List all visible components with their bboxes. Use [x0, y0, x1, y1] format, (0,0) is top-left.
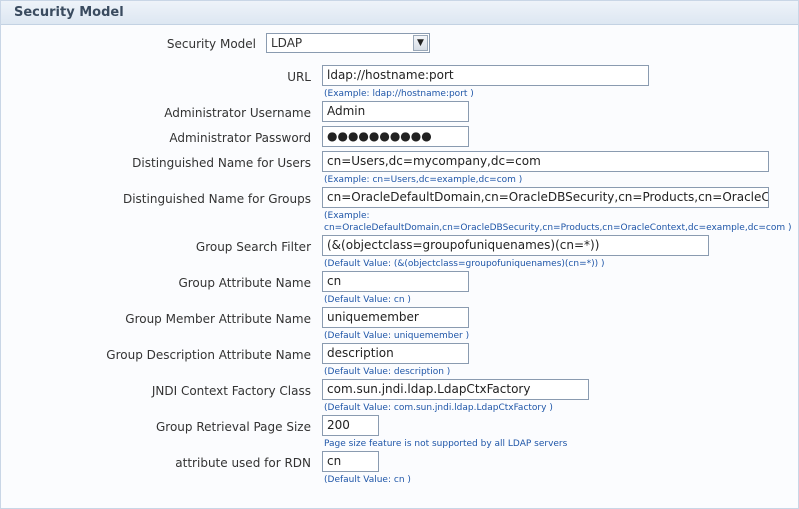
- chevron-down-icon[interactable]: ▼: [413, 35, 428, 51]
- group-member-attribute-name-input[interactable]: uniquemember: [322, 307, 469, 328]
- section-header: Security Model: [1, 1, 798, 25]
- jndi-context-factory-class-input[interactable]: com.sun.jndi.ldap.LdapCtxFactory: [322, 379, 589, 400]
- url-label: URL: [287, 70, 311, 84]
- url-hint: (Example: ldap://hostname:port ): [324, 89, 474, 99]
- group-search-filter-label: Group Search Filter: [195, 240, 311, 254]
- group-retrieval-page-size-input[interactable]: 200: [322, 415, 379, 436]
- attribute-rdn-label: attribute used for RDN: [175, 456, 311, 470]
- group-attribute-name-hint: (Default Value: cn ): [324, 295, 411, 305]
- url-input[interactable]: ldap://hostname:port: [322, 65, 649, 86]
- section-title: Security Model: [14, 5, 124, 20]
- group-description-attribute-name-label: Group Description Attribute Name: [106, 348, 311, 362]
- admin-password-label: Administrator Password: [169, 131, 311, 145]
- group-search-filter-input[interactable]: (&(objectclass=groupofuniquenames)(cn=*)…: [322, 235, 709, 256]
- group-search-filter-hint: (Default Value: (&(objectclass=groupofun…: [324, 259, 605, 269]
- dn-users-hint: (Example: cn=Users,dc=example,dc=com ): [324, 175, 523, 185]
- attribute-rdn-hint: (Default Value: cn ): [324, 475, 411, 485]
- dn-groups-hint-line1: (Example:: [324, 211, 370, 221]
- admin-username-label: Administrator Username: [164, 106, 311, 120]
- security-model-select[interactable]: LDAP ▼: [266, 33, 430, 53]
- jndi-context-factory-class-label: JNDI Context Factory Class: [151, 384, 311, 398]
- attribute-rdn-input[interactable]: cn: [322, 451, 379, 472]
- group-attribute-name-label: Group Attribute Name: [178, 276, 311, 290]
- dn-groups-hint-line2: cn=OracleDefaultDomain,cn=OracleDBSecuri…: [324, 223, 792, 233]
- group-description-attribute-name-input[interactable]: description: [322, 343, 469, 364]
- jndi-context-factory-class-hint: (Default Value: com.sun.jndi.ldap.LdapCt…: [324, 403, 553, 413]
- dn-groups-label: Distinguished Name for Groups: [122, 192, 311, 206]
- group-member-attribute-name-label: Group Member Attribute Name: [125, 312, 311, 326]
- security-model-label: Security Model: [166, 37, 256, 51]
- dn-groups-input[interactable]: cn=OracleDefaultDomain,cn=OracleDBSecuri…: [322, 187, 769, 208]
- group-member-attribute-name-hint: (Default Value: uniquemember ): [324, 331, 470, 341]
- admin-username-input[interactable]: Admin: [322, 101, 469, 122]
- security-model-selected-value: LDAP: [271, 36, 303, 50]
- dn-users-label: Distinguished Name for Users: [132, 156, 311, 170]
- group-attribute-name-input[interactable]: cn: [322, 271, 469, 292]
- group-retrieval-page-size-hint: Page size feature is not supported by al…: [324, 439, 568, 449]
- group-description-attribute-name-hint: (Default Value: description ): [324, 367, 451, 377]
- group-retrieval-page-size-label: Group Retrieval Page Size: [156, 420, 311, 434]
- dn-users-input[interactable]: cn=Users,dc=mycompany,dc=com: [322, 151, 769, 172]
- admin-password-input[interactable]: ●●●●●●●●●●: [322, 126, 469, 147]
